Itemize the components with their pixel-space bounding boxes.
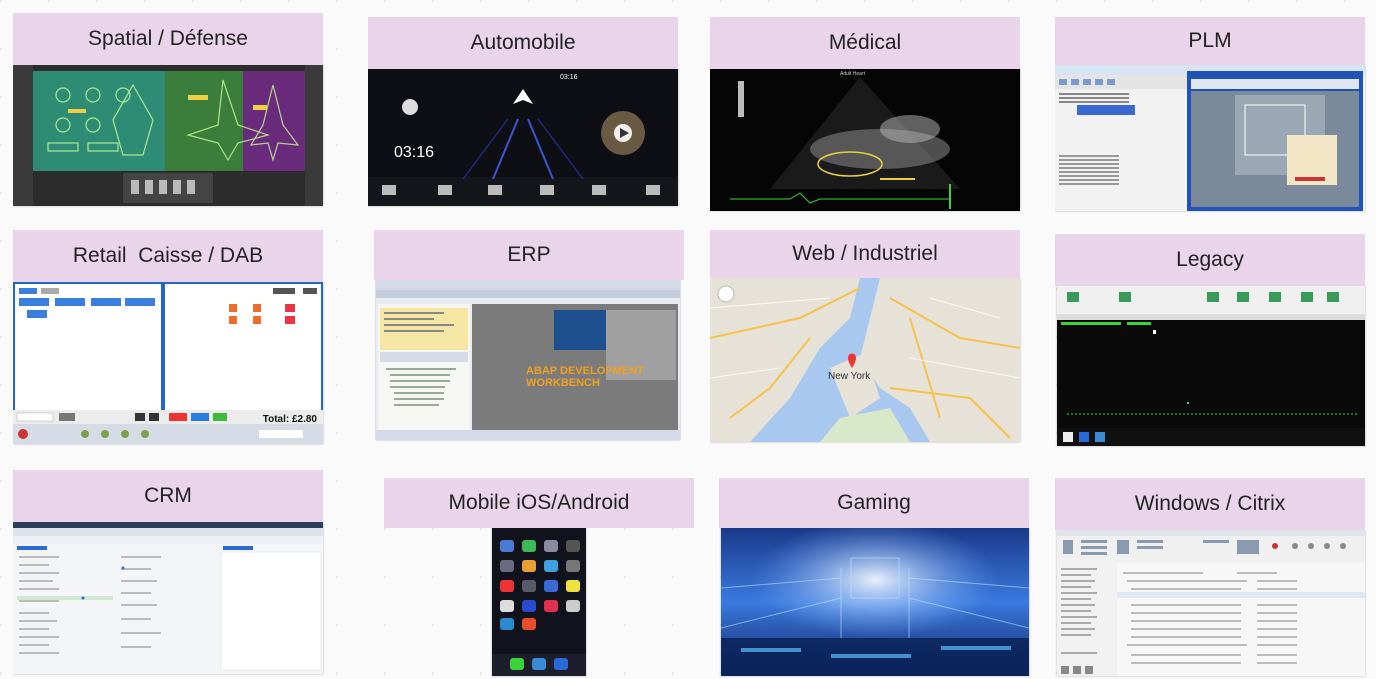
tile-windows-citrix: Windows / Citrix xyxy=(1055,476,1367,678)
pos-terminal-icon: Total: £2.80 xyxy=(13,282,323,444)
tile-crm: CRM xyxy=(13,470,325,676)
tile-label: Web / Industriel xyxy=(710,230,1020,278)
smartphone-icon xyxy=(492,528,586,676)
tile-spatial-defense: Spatial / Défense xyxy=(13,13,325,208)
game-scene-icon xyxy=(721,528,1029,676)
outlook-window-icon xyxy=(1057,530,1365,676)
car-dashboard-icon: 03:16 03:16 xyxy=(368,69,678,206)
cad-window-icon xyxy=(1055,65,1365,211)
terminal-icon xyxy=(1057,286,1365,446)
clock-text: 03:16 xyxy=(394,144,434,161)
tile-gaming: Gaming xyxy=(719,476,1031,678)
tile-web-industriel: Web / Industriel New York xyxy=(710,228,1022,448)
tile-label: Mobile iOS/Android xyxy=(384,478,694,528)
ultrasound-icon: Adult Heart xyxy=(710,69,1020,211)
status-time-text: 03:16 xyxy=(560,74,578,81)
tile-label: Médical xyxy=(710,17,1020,69)
tile-label: Spatial / Défense xyxy=(13,13,323,65)
erp-banner-line2: WORKBENCH xyxy=(526,377,600,389)
erp-banner-line1: ABAP DEVELOPMENT xyxy=(526,365,644,377)
tile-label: Windows / Citrix xyxy=(1055,478,1365,530)
crm-form-icon xyxy=(13,522,323,674)
sap-window-icon: ABAP DEVELOPMENT WORKBENCH xyxy=(376,280,680,440)
tile-mobile: Mobile iOS/Android xyxy=(384,476,696,678)
scan-header-text: Adult Heart xyxy=(840,71,866,77)
tile-label: Retail Caisse / DAB xyxy=(13,230,323,282)
tile-erp: ERP ABAP DEVELOPMENT WORKBENCH xyxy=(374,228,686,448)
tile-label: Legacy xyxy=(1055,234,1365,286)
tile-retail: Retail Caisse / DAB Total: £2.80 xyxy=(13,228,325,448)
tile-legacy: Legacy xyxy=(1055,232,1367,448)
tile-plm: PLM xyxy=(1055,13,1367,213)
tile-automobile: Automobile 03:16 03:16 xyxy=(368,13,680,208)
map-icon: New York xyxy=(710,278,1020,442)
total-text: Total: £2.80 xyxy=(263,414,318,425)
tile-medical: Médical Adult Heart xyxy=(710,13,1022,213)
map-city-label: New York xyxy=(828,371,871,382)
cockpit-display-icon xyxy=(13,65,323,206)
tile-label: CRM xyxy=(13,470,323,522)
tile-label: ERP xyxy=(374,230,684,280)
tile-label: Gaming xyxy=(719,478,1029,528)
tile-label: PLM xyxy=(1055,17,1365,65)
tile-label: Automobile xyxy=(368,17,678,69)
